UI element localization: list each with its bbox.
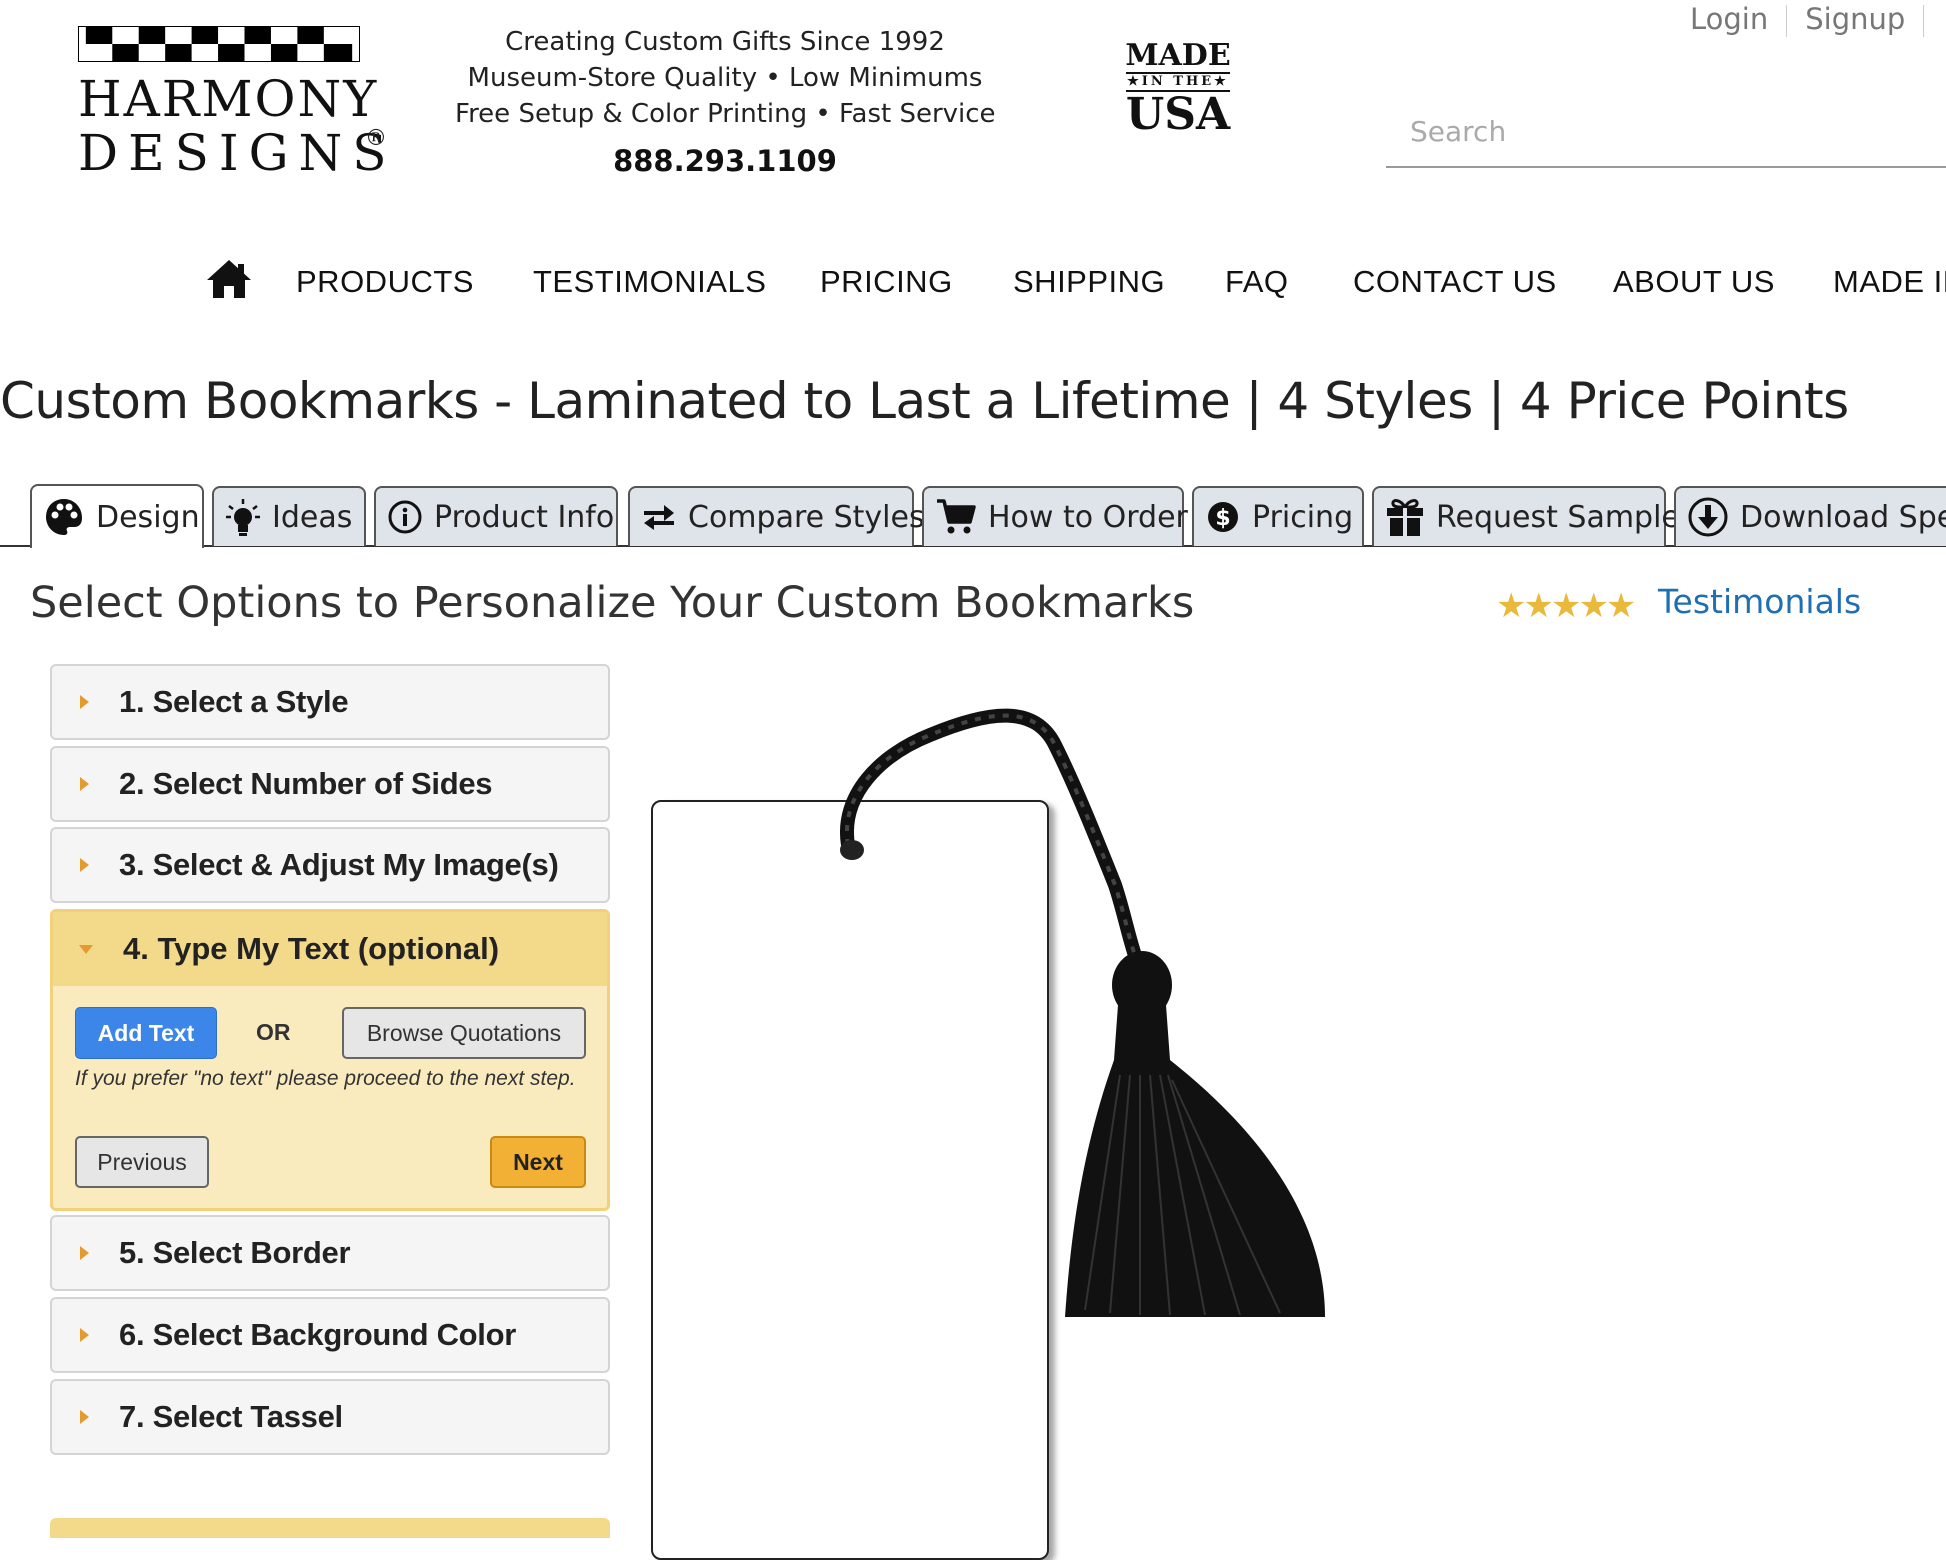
search-input[interactable] (1386, 96, 1946, 168)
nav-about-us[interactable]: ABOUT US (1613, 264, 1775, 300)
tab-label: Ideas (272, 499, 353, 535)
nav-products[interactable]: PRODUCTS (296, 264, 474, 300)
caret-right-icon (80, 1410, 89, 1424)
phone-number[interactable]: 888.293.1109 (455, 144, 995, 178)
tagline: Creating Custom Gifts Since 1992 Museum-… (455, 24, 996, 132)
step-label: 3. Select & Adjust My Image(s) (119, 847, 559, 882)
browse-quotations-button[interactable]: Browse Quotations (342, 1007, 586, 1059)
add-text-button[interactable]: Add Text (75, 1007, 217, 1059)
page-title: Custom Bookmarks - Laminated to Last a L… (0, 372, 1849, 430)
tab-pricing[interactable]: $ Pricing (1192, 486, 1364, 546)
logo-text-designs: DESIGNS (78, 124, 397, 182)
tab-label: How to Order (988, 499, 1188, 535)
step-type-text-header[interactable]: 4. Type My Text (optional) (53, 912, 607, 986)
step-label: 5. Select Border (119, 1235, 351, 1270)
step-select-border[interactable]: 5. Select Border (50, 1215, 610, 1291)
made-in-usa-badge: MADE ★IN THE★ USA (1118, 40, 1238, 138)
info-icon (388, 500, 422, 534)
svg-text:$: $ (1215, 506, 1230, 531)
cart-icon (937, 499, 976, 534)
tab-compare-styles[interactable]: Compare Styles (628, 486, 925, 546)
download-icon (1688, 497, 1728, 537)
logo-text-harmony: HARMONY (78, 70, 379, 128)
caret-right-icon (80, 858, 89, 872)
tab-request-sample[interactable]: Request Sample (1372, 486, 1680, 546)
badge-usa: USA (1125, 89, 1231, 140)
lightbulb-icon (226, 499, 260, 536)
tassel-image (839, 708, 1325, 1317)
tab-product-info[interactable]: Product Info (374, 486, 618, 546)
divider (1786, 5, 1788, 37)
step-select-style[interactable]: 1. Select a Style (50, 664, 610, 740)
step-label: 1. Select a Style (119, 684, 349, 719)
tab-download-specs[interactable]: Download Specs (1674, 486, 1946, 546)
harmony-designs-logo[interactable]: HARMONY DESIGNS ® (78, 26, 398, 186)
caret-down-icon (79, 944, 93, 954)
caret-right-icon (80, 695, 89, 709)
tab-label: Pricing (1252, 499, 1354, 535)
step-label: 2. Select Number of Sides (119, 766, 493, 801)
step-label: 4. Type My Text (optional) (123, 931, 500, 966)
nav-made-in[interactable]: MADE IN (1833, 264, 1946, 300)
nav-testimonials[interactable]: TESTIMONIALS (533, 264, 766, 300)
divider (1923, 5, 1925, 37)
tab-label: Request Sample (1436, 499, 1680, 535)
account-links: Login Signup (1690, 2, 1942, 37)
tab-label: Download Specs (1740, 499, 1946, 535)
rating-stars: ★★★★★ (1496, 586, 1636, 626)
badge-made: MADE (1125, 38, 1231, 73)
step-select-tassel[interactable]: 7. Select Tassel (50, 1379, 610, 1455)
home-icon[interactable] (205, 258, 253, 300)
compare-arrows-icon (644, 505, 674, 530)
step-select-background-color[interactable]: 6. Select Background Color (50, 1297, 610, 1373)
login-link[interactable]: Login (1690, 2, 1768, 36)
caret-right-icon (80, 1246, 89, 1260)
nav-faq[interactable]: FAQ (1225, 264, 1289, 300)
tab-ideas[interactable]: Ideas (212, 486, 366, 546)
tab-label: Design (96, 499, 200, 535)
gift-icon (1387, 499, 1423, 536)
no-text-hint: If you prefer "no text" please proceed t… (75, 1067, 576, 1090)
step-type-text-panel: 4. Type My Text (optional) Add Text OR B… (50, 909, 610, 1211)
nav-contact-us[interactable]: CONTACT US (1353, 264, 1557, 300)
tab-design[interactable]: Design (30, 484, 204, 548)
tab-label: Product Info (434, 499, 615, 535)
next-button[interactable]: Next (490, 1136, 586, 1188)
checkerboard-logo-mark (78, 26, 360, 62)
previous-button[interactable]: Previous (75, 1136, 209, 1188)
dollar-icon: $ (1208, 502, 1238, 532)
registered-mark: ® (365, 126, 387, 151)
step-label: 7. Select Tassel (119, 1399, 343, 1434)
testimonials-link[interactable]: Testimonials (1658, 582, 1861, 621)
tagline-line: Museum-Store Quality • Low Minimums (467, 63, 983, 93)
palette-icon (46, 499, 82, 535)
step-select-image[interactable]: 3. Select & Adjust My Image(s) (50, 827, 610, 903)
add-to-cart-section-edge (50, 1518, 610, 1538)
caret-right-icon (80, 777, 89, 791)
step-label: 6. Select Background Color (119, 1317, 517, 1352)
signup-link[interactable]: Signup (1805, 2, 1905, 36)
nav-shipping[interactable]: SHIPPING (1013, 264, 1165, 300)
tab-how-to-order[interactable]: How to Order (922, 486, 1188, 546)
or-separator: OR (256, 1019, 291, 1045)
tagline-line: Creating Custom Gifts Since 1992 (505, 27, 945, 57)
tagline-line: Free Setup & Color Printing • Fast Servi… (455, 99, 996, 129)
section-title: Select Options to Personalize Your Custo… (30, 578, 1195, 628)
caret-right-icon (80, 1328, 89, 1342)
tab-label: Compare Styles (688, 499, 925, 535)
step-select-sides[interactable]: 2. Select Number of Sides (50, 746, 610, 822)
nav-pricing[interactable]: PRICING (820, 264, 953, 300)
